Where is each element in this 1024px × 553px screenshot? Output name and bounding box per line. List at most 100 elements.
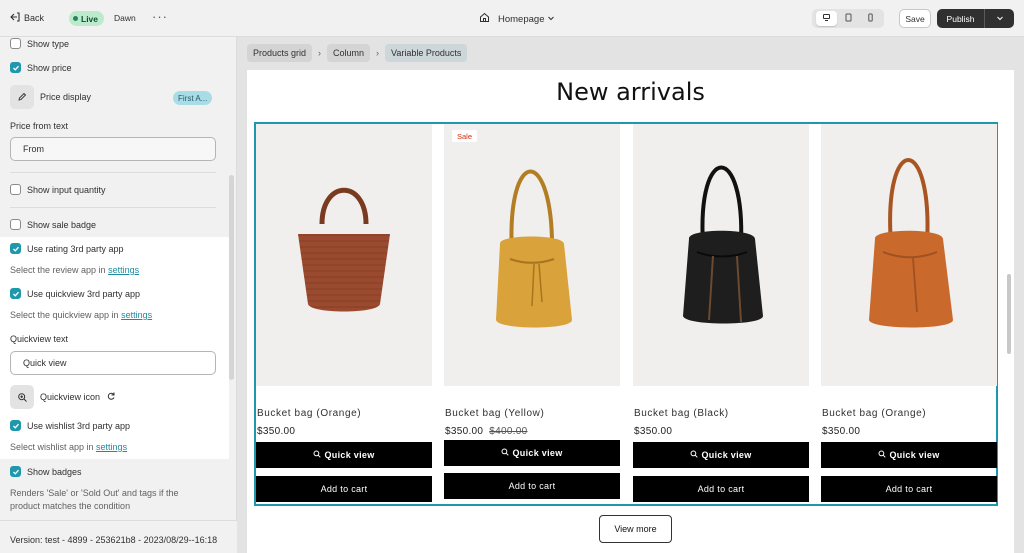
price-value: $350.00 xyxy=(634,426,673,437)
quick-view-button[interactable]: Quick view xyxy=(633,442,809,468)
product-price: $350.00 $400.00 xyxy=(445,426,528,437)
review-helper-text: Select the review app in settings xyxy=(10,265,139,275)
home-icon xyxy=(479,12,490,26)
product-grid[interactable]: Bucket bag (Orange) $350.00 Quick view A… xyxy=(254,122,998,506)
product-name[interactable]: Bucket bag (Yellow) xyxy=(445,408,544,419)
use-wishlist-setting[interactable]: Use wishlist 3rd party app xyxy=(10,420,130,431)
settings-panel: Show type Show price Price display First… xyxy=(0,37,237,553)
quickview-icon-label: Quickview icon xyxy=(40,392,101,402)
use-quickview-label: Use quickview 3rd party app xyxy=(27,288,141,299)
tablet-icon xyxy=(844,13,853,24)
price-value: $350.00 xyxy=(822,426,861,437)
use-quickview-setting[interactable]: Use quickview 3rd party app xyxy=(10,288,140,299)
wishlist-helper-label: Select wishlist app in xyxy=(10,442,97,452)
review-settings-link[interactable]: settings xyxy=(108,265,139,275)
quick-view-button[interactable]: Quick view xyxy=(821,442,997,468)
back-button[interactable]: Back xyxy=(10,12,44,24)
show-type-label: Show type xyxy=(27,38,70,49)
show-price-checkbox[interactable] xyxy=(10,62,21,73)
show-input-quantity-label: Show input quantity xyxy=(27,184,106,195)
theme-name: Dawn xyxy=(114,13,136,23)
use-wishlist-label: Use wishlist 3rd party app xyxy=(27,420,131,431)
product-name[interactable]: Bucket bag (Orange) xyxy=(822,408,926,419)
show-badges-setting[interactable]: Show badges xyxy=(10,466,82,477)
sale-badge: Sale xyxy=(452,130,478,142)
save-button[interactable]: Save xyxy=(899,9,931,28)
product-price: $350.00 xyxy=(257,426,295,437)
quickview-text-input[interactable]: Quick view xyxy=(10,351,216,375)
page-selector[interactable]: Homepage xyxy=(479,12,555,26)
use-quickview-checkbox[interactable] xyxy=(10,288,21,299)
page-label: Homepage xyxy=(498,13,545,25)
section-heading: New arrivals xyxy=(556,78,705,106)
more-actions-button[interactable]: ··· xyxy=(152,9,168,24)
use-rating-setting[interactable]: Use rating 3rd party app xyxy=(10,243,124,254)
desktop-view-button[interactable] xyxy=(815,11,837,26)
price-from-text-label: Price from text xyxy=(10,121,69,131)
price-from-text-input[interactable]: From xyxy=(10,137,216,161)
show-sale-badge-checkbox[interactable] xyxy=(10,219,21,230)
version-info: Version: test - 4899 - 253621b8 - 2023/0… xyxy=(0,520,237,553)
live-badge: Live xyxy=(69,11,105,26)
preview-scrollbar[interactable] xyxy=(1007,274,1011,354)
tablet-view-button[interactable] xyxy=(838,11,859,26)
quickview-settings-link[interactable]: settings xyxy=(121,310,152,320)
quick-view-button[interactable]: Quick view xyxy=(444,440,620,466)
product-name[interactable]: Bucket bag (Orange) xyxy=(257,408,361,419)
show-type-checkbox[interactable] xyxy=(10,38,21,49)
view-more-button[interactable]: View more xyxy=(599,515,672,543)
quickview-helper-label: Select the quickview app in xyxy=(10,310,122,320)
chevron-down-icon xyxy=(996,14,1004,24)
show-type-setting[interactable]: Show type xyxy=(10,38,69,49)
quick-view-label: Quick view xyxy=(889,450,940,460)
show-badges-checkbox[interactable] xyxy=(10,466,21,477)
show-price-label: Show price xyxy=(27,62,72,73)
chevron-right-icon: › xyxy=(376,48,380,58)
product-image[interactable] xyxy=(821,124,997,386)
publish-group: Publish xyxy=(937,9,1014,28)
quickview-icon-setting[interactable]: Quickview icon xyxy=(10,385,116,409)
refresh-icon[interactable] xyxy=(106,391,116,403)
publish-button[interactable]: Publish xyxy=(937,14,984,24)
mobile-view-button[interactable] xyxy=(860,11,881,26)
show-input-quantity-checkbox[interactable] xyxy=(10,184,21,195)
product-image[interactable] xyxy=(633,124,809,386)
tote-bag-image xyxy=(298,187,390,312)
add-to-cart-button[interactable]: Add to cart xyxy=(821,476,997,502)
price-display-setting[interactable]: Price display xyxy=(10,85,91,109)
use-wishlist-checkbox[interactable] xyxy=(10,420,21,431)
add-to-cart-button[interactable]: Add to cart xyxy=(256,476,432,502)
device-toggle xyxy=(812,9,884,28)
preview-area: Products grid › Column › Variable Produc… xyxy=(237,37,1024,553)
product-price: $350.00 xyxy=(634,426,672,437)
zoom-in-icon xyxy=(690,450,699,460)
price-value: $350.00 xyxy=(257,426,296,437)
top-bar: Back Live Dawn ··· Homepage Save Publish xyxy=(0,0,1024,37)
product-name[interactable]: Bucket bag (Black) xyxy=(634,408,729,419)
add-to-cart-button[interactable]: Add to cart xyxy=(633,476,809,502)
review-helper-label: Select the review app in xyxy=(10,265,109,275)
price-display-badge: First A... xyxy=(173,91,213,105)
show-price-setting[interactable]: Show price xyxy=(10,62,72,73)
breadcrumb-column[interactable]: Column xyxy=(327,44,371,62)
pencil-icon xyxy=(10,85,34,109)
quick-view-button[interactable]: Quick view xyxy=(256,442,432,468)
zoom-in-icon[interactable] xyxy=(10,385,34,409)
product-image[interactable]: Sale xyxy=(444,124,620,386)
wishlist-settings-link[interactable]: settings xyxy=(96,442,127,452)
quick-view-label: Quick view xyxy=(512,448,563,458)
add-to-cart-button[interactable]: Add to cart xyxy=(444,473,620,499)
use-rating-checkbox[interactable] xyxy=(10,243,21,254)
show-sale-badge-label: Show sale badge xyxy=(27,219,97,230)
live-label: Live xyxy=(81,13,99,24)
show-input-quantity-setting[interactable]: Show input quantity xyxy=(10,184,106,195)
price-display-label: Price display xyxy=(40,92,92,102)
exit-icon xyxy=(10,12,20,24)
product-image[interactable] xyxy=(256,124,432,386)
panel-scrollbar[interactable] xyxy=(229,175,234,380)
publish-menu-button[interactable] xyxy=(985,14,1014,24)
mobile-icon xyxy=(866,13,875,24)
show-sale-badge-setting[interactable]: Show sale badge xyxy=(10,219,96,230)
breadcrumb-products-grid[interactable]: Products grid xyxy=(247,44,313,62)
breadcrumb-variable-products[interactable]: Variable Products xyxy=(385,44,468,62)
